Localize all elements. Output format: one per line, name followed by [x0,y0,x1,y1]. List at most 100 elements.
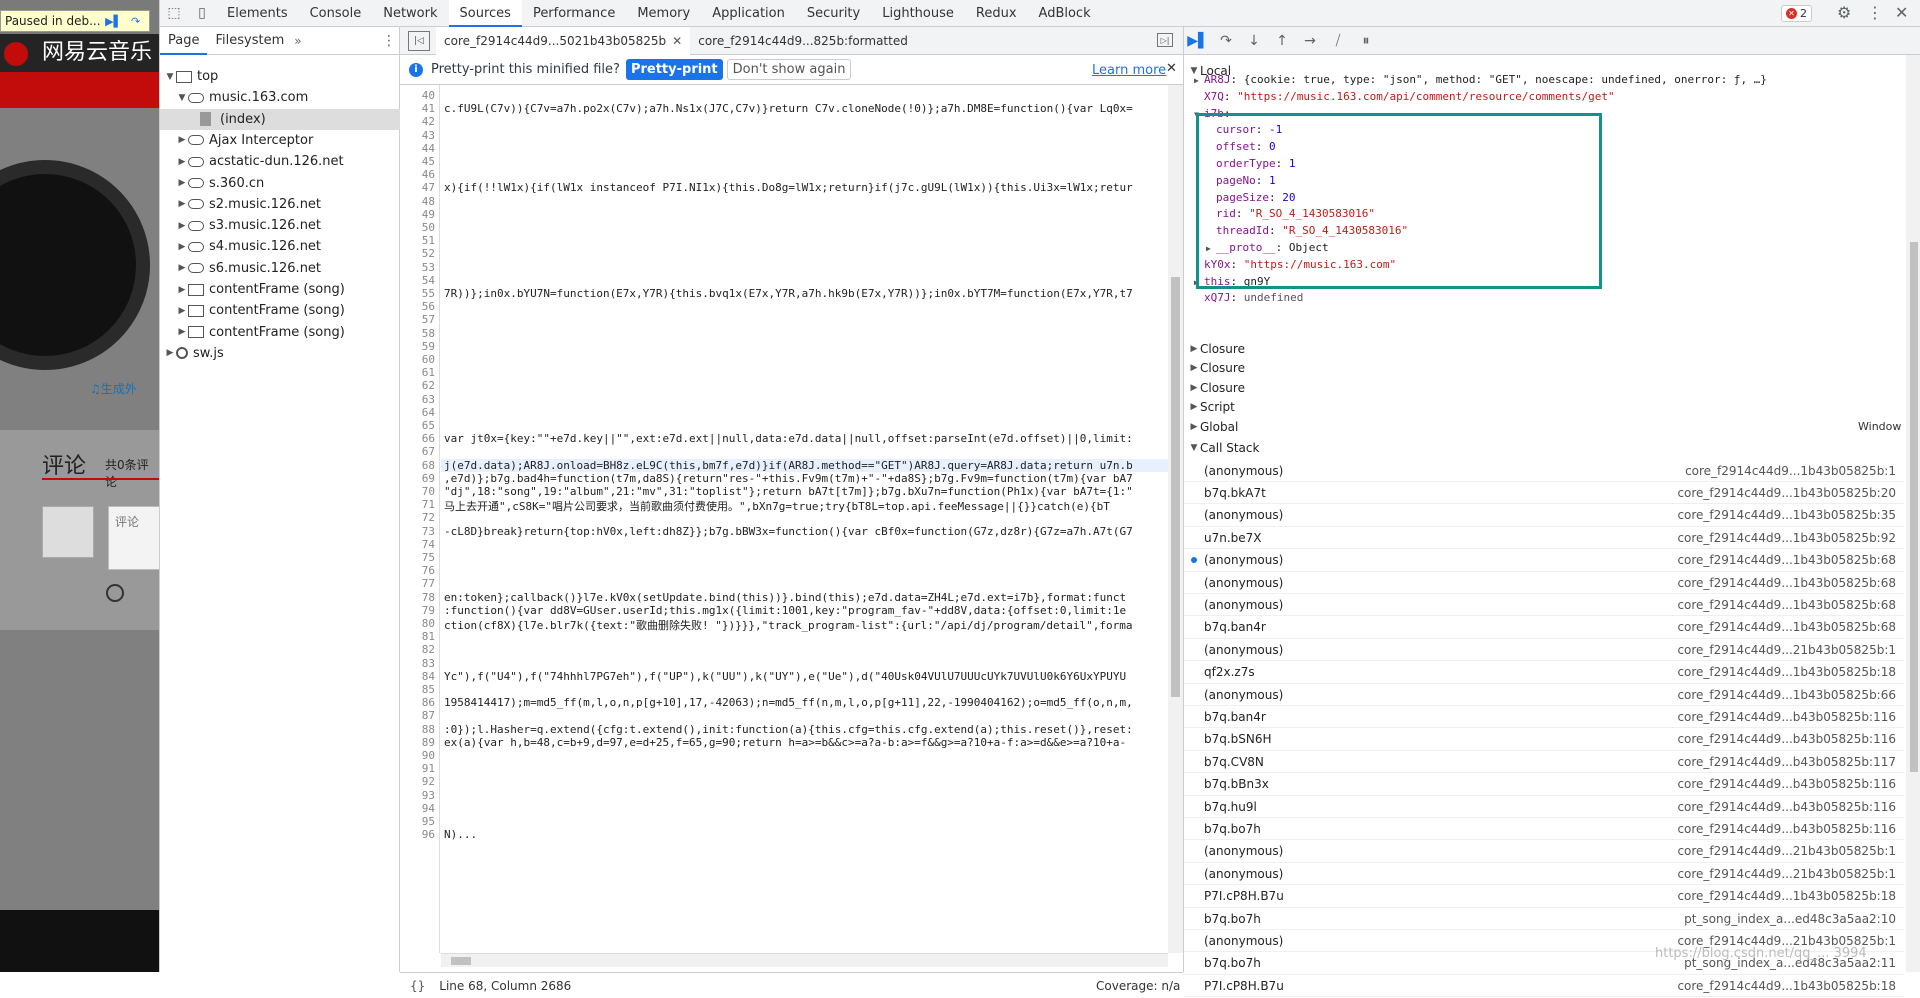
expanded-arrow-icon[interactable]: ▼ [1188,443,1200,453]
call-frame[interactable]: b7q.bkA7t core_f2914c44d9...1b43b05825b:2… [1184,482,1904,505]
generate-link[interactable]: ♫生成外 [90,380,137,397]
line-number[interactable]: 94 [422,802,435,815]
call-frame[interactable]: (anonymous) core_f2914c44d9...1b43b05825b… [1184,505,1904,527]
line-number[interactable]: 62 [422,379,435,392]
step-out-icon[interactable]: ↑ [1268,27,1296,55]
frame-location-link[interactable]: core_f2914c44d9...1b43b05825b:68 [1677,620,1896,634]
call-frame[interactable]: b7q.bo7h pt_song_index_a...ed48c3a5aa2:10 [1184,908,1904,930]
code-line[interactable]: ,e7d)};b7g.bad4h=function(t7m,da8S){retu… [444,472,1133,485]
line-number[interactable]: 91 [422,762,435,775]
code-line[interactable]: :function(){var dd8V=GUser.userId;this.m… [444,604,1126,617]
step-into-icon[interactable]: ↓ [1240,27,1268,55]
line-number[interactable]: 44 [422,142,435,155]
line-number[interactable]: 49 [422,208,435,221]
emoji-icon[interactable] [106,584,124,602]
line-number[interactable]: 45 [422,155,435,168]
line-number[interactable]: 96 [422,828,435,841]
line-number[interactable]: 48 [422,195,435,208]
tree-item[interactable]: ▶ sw.js [160,343,400,364]
frame-location-link[interactable]: core_f2914c44d9...1b43b05825b:92 [1677,531,1896,545]
line-number[interactable]: 50 [422,221,435,234]
frame-location-link[interactable]: core_f2914c44d9...1b43b05825b:1 [1685,464,1896,478]
tree-item[interactable]: (index) [160,108,400,130]
scrollbar-thumb[interactable] [451,957,471,965]
collapsed-arrow-icon[interactable]: ▶ [1188,344,1200,354]
collapsed-arrow-icon[interactable]: ▶ [176,327,188,337]
call-frame[interactable]: b7q.ban4r core_f2914c44d9...b43b05825b:11… [1184,706,1904,729]
tree-item[interactable]: ▶ s.360.cn [160,173,400,194]
frame-location-link[interactable]: core_f2914c44d9...21b43b05825b:1 [1677,844,1896,858]
inspect-element-icon[interactable]: ⬚ [160,0,188,27]
scope-script[interactable]: ▶ Script [1188,398,1235,417]
tab-page[interactable]: Page [160,27,208,55]
step-icon[interactable]: → [1296,27,1324,55]
scope-variable[interactable]: X7Q: "https://music.163.com/api/comment/… [1194,90,1615,103]
tree-item[interactable]: ▶ s4.music.126.net [160,236,400,257]
collapsed-arrow-icon[interactable]: ▶ [176,263,188,273]
code-line[interactable]: Yc"),f("U4"),f("74hhhl7PG7eh"),f("UP"),k… [444,670,1126,683]
line-number[interactable]: 71 [422,498,435,511]
call-frame[interactable]: (anonymous) core_f2914c44d9...1b43b05825b… [1184,550,1904,572]
line-number[interactable]: 40 [422,89,435,102]
tree-item[interactable]: ▶ contentFrame (song) [160,279,400,300]
step-over-icon[interactable]: ↷ [1212,27,1240,55]
call-frame[interactable]: b7q.CV8N core_f2914c44d9...b43b05825b:117 [1184,751,1904,774]
tab-performance[interactable]: Performance [522,0,626,27]
tab-application[interactable]: Application [701,0,796,27]
line-number[interactable]: 46 [422,168,435,181]
frame-location-link[interactable]: core_f2914c44d9...b43b05825b:116 [1677,822,1896,836]
call-frame[interactable]: b7q.bBn3x core_f2914c44d9...b43b05825b:11… [1184,774,1904,796]
call-frame[interactable]: b7q.bo7h core_f2914c44d9...b43b05825b:116 [1184,818,1904,841]
horizontal-scrollbar[interactable] [441,953,1168,967]
call-frame[interactable]: (anonymous) core_f2914c44d9...1b43b05825b… [1184,594,1904,617]
line-number[interactable]: 81 [422,630,435,643]
line-number[interactable]: 47 [422,181,435,194]
scope-variable[interactable]: xQ7J: undefined [1194,291,1303,304]
frame-location-link[interactable]: core_f2914c44d9...1b43b05825b:68 [1677,576,1896,590]
code-line[interactable]: x){if(!!lW1x){if(lW1x instanceof P7I.NI1… [444,181,1133,194]
line-number[interactable]: 41 [422,102,435,115]
line-number[interactable]: 77 [422,577,435,590]
dont-show-again-button[interactable]: Don't show again [726,59,852,80]
line-number[interactable]: 59 [422,340,435,353]
expanded-arrow-icon[interactable]: ▼ [164,72,176,82]
call-frame[interactable]: (anonymous) core_f2914c44d9...21b43b05825… [1184,639,1904,662]
navigator-menu-icon[interactable]: ⋮ [382,33,396,49]
code-line[interactable]: -cL8D}break}return{top:hV0x,left:dh8Z}};… [444,525,1133,538]
collapsed-arrow-icon[interactable]: ▶ [1188,422,1200,432]
code-line[interactable]: ex(a){var h,b=48,c=b+9,d=97,e=d+25,f=65,… [444,736,1126,749]
line-number[interactable]: 75 [422,551,435,564]
frame-location-link[interactable]: pt_song_index_a...ed48c3a5aa2:10 [1684,912,1896,926]
tab-network[interactable]: Network [372,0,448,27]
close-icon[interactable]: ✕ [672,34,682,48]
scrollbar-thumb[interactable] [1171,277,1180,697]
more-options-icon[interactable]: ⋮ [1867,3,1883,22]
line-number[interactable]: 88 [422,723,435,736]
code-line[interactable]: N)... [444,828,477,841]
collapsed-arrow-icon[interactable]: ▶ [176,135,188,145]
line-number[interactable]: 84 [422,670,435,683]
line-number[interactable]: 51 [422,234,435,247]
line-number[interactable]: 74 [422,538,435,551]
expanded-arrow-icon[interactable]: ▼ [176,93,188,103]
frame-location-link[interactable]: core_f2914c44d9...1b43b05825b:18 [1677,665,1896,679]
line-number[interactable]: 52 [422,247,435,260]
scope-variable[interactable]: ▶ AR8J: {cookie: true, type: "json", meth… [1194,73,1767,86]
frame-location-link[interactable]: core_f2914c44d9...1b43b05825b:18 [1677,889,1896,903]
tree-item[interactable]: ▼ top [160,66,400,87]
call-frame[interactable]: (anonymous) core_f2914c44d9...1b43b05825b… [1184,572,1904,594]
line-number[interactable]: 64 [422,406,435,419]
frame-location-link[interactable]: core_f2914c44d9...1b43b05825b:20 [1677,486,1896,500]
collapsed-arrow-icon[interactable]: ▶ [176,306,188,316]
line-number[interactable]: 58 [422,327,435,340]
frame-location-link[interactable]: core_f2914c44d9...21b43b05825b:1 [1677,643,1896,657]
scope-closure[interactable]: ▶ Closure [1188,339,1245,358]
collapsed-arrow-icon[interactable]: ▶ [1188,363,1200,373]
scope-closure[interactable]: ▶ Closure [1188,359,1245,378]
call-frame[interactable]: b7q.hu9l core_f2914c44d9...b43b05825b:116 [1184,796,1904,818]
settings-gear-icon[interactable]: ⚙ [1837,3,1851,22]
tab-redux[interactable]: Redux [965,0,1028,27]
frame-location-link[interactable]: core_f2914c44d9...1b43b05825b:68 [1677,598,1896,612]
toggle-navigator-icon[interactable]: |◁ [408,30,430,51]
line-number[interactable]: 68 [422,459,435,472]
